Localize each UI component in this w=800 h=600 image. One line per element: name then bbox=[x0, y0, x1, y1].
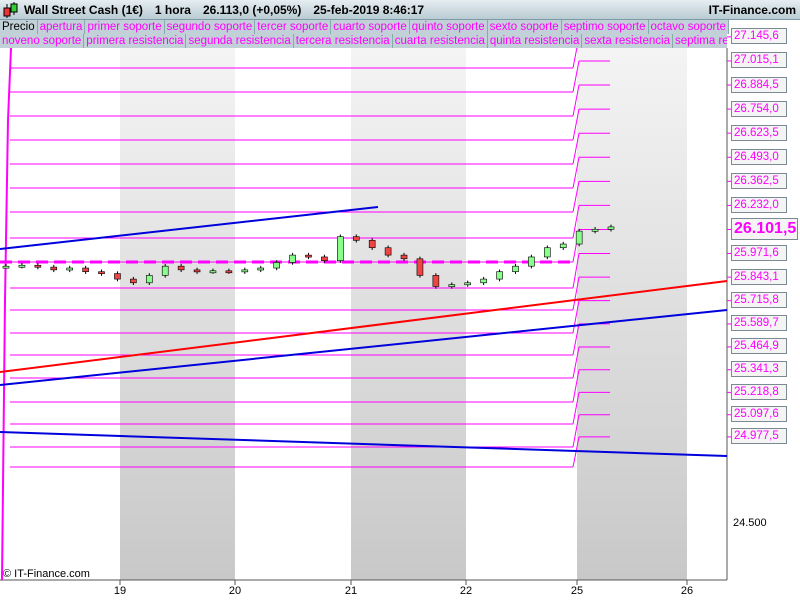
candle-body bbox=[575, 230, 583, 245]
legend-item[interactable]: tercera resistencia bbox=[293, 34, 393, 48]
candle-body bbox=[114, 273, 121, 280]
day-band bbox=[577, 48, 687, 580]
level-price-label: 25.218,8 bbox=[731, 383, 787, 400]
candle-body bbox=[82, 267, 89, 273]
candle-body bbox=[305, 254, 312, 258]
x-tick-label: 19 bbox=[113, 585, 127, 597]
candle-body bbox=[432, 275, 440, 287]
level-price-label: 26.623,5 bbox=[731, 124, 787, 141]
candle-body bbox=[559, 243, 567, 249]
legend-item[interactable]: quinta resistencia bbox=[487, 34, 583, 48]
title-bar: Wall Street Cash (1€) 1 hora 26.113,0 (+… bbox=[0, 0, 800, 20]
level-price-label: 26.754,0 bbox=[731, 100, 787, 117]
level-price-label: 25.843,1 bbox=[731, 268, 787, 285]
candle-body bbox=[448, 284, 456, 287]
legend-item[interactable]: segunda resistencia bbox=[186, 34, 294, 48]
legend-item[interactable]: septimo soporte bbox=[561, 20, 649, 34]
level-envelope-curve bbox=[1, 47, 12, 581]
candle-body bbox=[400, 254, 408, 260]
candle-body bbox=[209, 270, 217, 274]
candle-body bbox=[257, 267, 265, 271]
legend-item[interactable]: apertura bbox=[37, 20, 86, 34]
legend-item[interactable]: quinto soporte bbox=[409, 20, 488, 34]
x-tick-label: 22 bbox=[459, 585, 473, 597]
level-price-label: 25.589,7 bbox=[731, 315, 787, 332]
y-tick-label: 24.500 bbox=[733, 517, 767, 529]
legend-item[interactable]: primer soporte bbox=[85, 20, 165, 34]
level-price-label: 25.464,9 bbox=[731, 338, 787, 355]
legend-item[interactable]: septima resister bbox=[673, 34, 727, 48]
x-tick-label: 26 bbox=[680, 585, 694, 597]
last-price: 26.113,0 (+0,05%) bbox=[202, 2, 302, 17]
copyright: © IT-Finance.com bbox=[3, 568, 90, 580]
candle-body bbox=[384, 247, 392, 256]
legend-item[interactable]: tercer soporte bbox=[255, 20, 332, 34]
level-price-label: 25.971,6 bbox=[731, 244, 787, 261]
candle-body bbox=[512, 265, 519, 273]
legend-item[interactable]: noveno soporte bbox=[0, 34, 85, 48]
candle-body bbox=[352, 236, 360, 241]
level-price-label: 24.977,5 bbox=[731, 428, 787, 445]
candle-body bbox=[177, 265, 185, 271]
candle-body bbox=[464, 282, 472, 286]
legend-item[interactable]: Precio bbox=[0, 20, 38, 34]
candle-body bbox=[66, 267, 73, 271]
candle-body bbox=[416, 258, 424, 276]
level-price-label: 26.493,0 bbox=[731, 148, 787, 165]
level-price-label: 25.097,6 bbox=[731, 406, 787, 423]
candle-body bbox=[225, 270, 233, 274]
candle-body bbox=[241, 269, 249, 273]
candle-body bbox=[98, 271, 105, 275]
candle-body bbox=[591, 228, 599, 232]
legend-item[interactable]: cuarto soporte bbox=[331, 20, 410, 34]
candle-body bbox=[34, 264, 42, 268]
x-tick-label: 25 bbox=[570, 585, 584, 597]
legend-item[interactable]: cuarta resistencia bbox=[392, 34, 488, 48]
legend-row-1: Precio apertura primer soporte segundo sopo… bbox=[0, 20, 729, 34]
legend-row-2: noveno soporte primera resistencia segunda… bbox=[0, 34, 727, 48]
legend-item[interactable]: primera resistencia bbox=[84, 34, 187, 48]
chart-canvas bbox=[0, 36, 732, 585]
site-name: IT-Finance.com bbox=[708, 2, 796, 17]
candle-body bbox=[50, 266, 58, 271]
candle-body bbox=[337, 236, 344, 261]
candle-body bbox=[528, 256, 535, 267]
candle-body bbox=[368, 240, 376, 249]
candle-body bbox=[321, 256, 328, 261]
x-tick-label: 21 bbox=[344, 585, 358, 597]
candle-body bbox=[2, 265, 10, 269]
level-price-label: 27.145,6 bbox=[731, 28, 787, 45]
candle-body bbox=[289, 254, 296, 263]
level-price-label: 25.715,8 bbox=[731, 292, 787, 309]
candle-body bbox=[145, 275, 153, 284]
candle-body bbox=[544, 247, 551, 258]
timeframe: 1 hora bbox=[154, 2, 191, 17]
candle-body bbox=[193, 269, 201, 273]
level-price-label: 25.341,3 bbox=[731, 361, 787, 378]
level-price-label: 26.362,5 bbox=[731, 172, 787, 189]
current-price-label: 26.101,5 bbox=[731, 218, 798, 240]
candle-body bbox=[161, 265, 169, 276]
level-price-label: 27.015,1 bbox=[731, 52, 787, 69]
x-tick-label: 20 bbox=[228, 585, 242, 597]
candle-body bbox=[130, 278, 137, 284]
legend-item[interactable]: octavo soporte bbox=[648, 20, 729, 34]
datetime: 25-feb-2019 8:46:17 bbox=[313, 2, 425, 17]
legend-item[interactable]: sexta resistencia bbox=[582, 34, 673, 48]
instrument-name: Wall Street Cash (1€) bbox=[24, 2, 143, 17]
legend-item[interactable]: sexto soporte bbox=[487, 20, 562, 34]
day-band bbox=[351, 48, 466, 580]
day-band bbox=[120, 48, 235, 580]
level-price-label: 26.232,0 bbox=[731, 196, 787, 213]
legend-item[interactable]: segundo soporte bbox=[164, 20, 256, 34]
candle-body bbox=[607, 226, 615, 230]
candlestick-logo-icon bbox=[3, 1, 18, 18]
candle-body bbox=[273, 262, 280, 269]
candle-body bbox=[18, 264, 26, 268]
candle-body bbox=[480, 278, 487, 284]
level-price-label: 26.884,5 bbox=[731, 76, 787, 93]
candle-body bbox=[496, 271, 503, 280]
